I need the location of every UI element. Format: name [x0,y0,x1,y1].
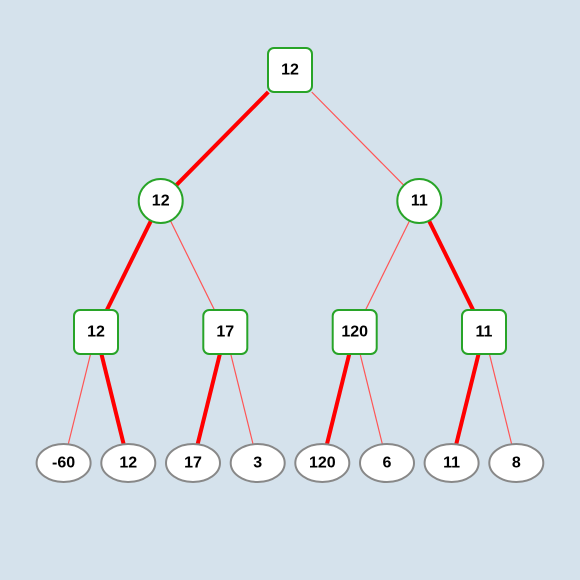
leaf-node-3-label: 3 [253,455,262,472]
min-node-L-label: 12 [152,193,170,210]
edge-RR-leaf7 [489,354,511,444]
leaf-node-4-label: 120 [309,455,336,472]
minimax-tree-diagram: 12 12 11 12 17 120 11 -60 12 17 3 120 6 11 8 [0,0,580,580]
edge-LL-leaf0 [68,354,90,444]
edge-RL-leaf5 [360,354,382,444]
edge-LR-leaf3 [231,354,253,444]
edge-root-R [312,92,404,185]
min-node-R-label: 11 [411,193,428,210]
max-node-LL-label: 12 [87,324,105,341]
edge-L-LL [107,221,151,310]
edge-RR-leaf6 [456,354,478,444]
edge-R-RR [429,221,473,310]
edge-LL-leaf1 [101,354,123,444]
edge-R-RL [366,221,410,310]
root-node-label: 12 [281,62,299,79]
leaf-node-0-label: -60 [52,455,75,472]
leaf-node-5-label: 6 [383,455,392,472]
max-node-LR-label: 17 [216,324,234,341]
leaf-node-1-label: 12 [119,455,137,472]
leaf-node-6-label: 11 [443,455,460,472]
edge-RL-leaf4 [327,354,349,444]
max-node-RL-label: 120 [341,324,368,341]
edge-root-L [176,92,268,185]
edge-L-LR [170,221,214,310]
edge-LR-leaf2 [198,354,220,444]
leaf-node-2-label: 17 [184,455,202,472]
leaf-node-7-label: 8 [512,455,521,472]
max-node-RR-label: 11 [476,324,493,341]
